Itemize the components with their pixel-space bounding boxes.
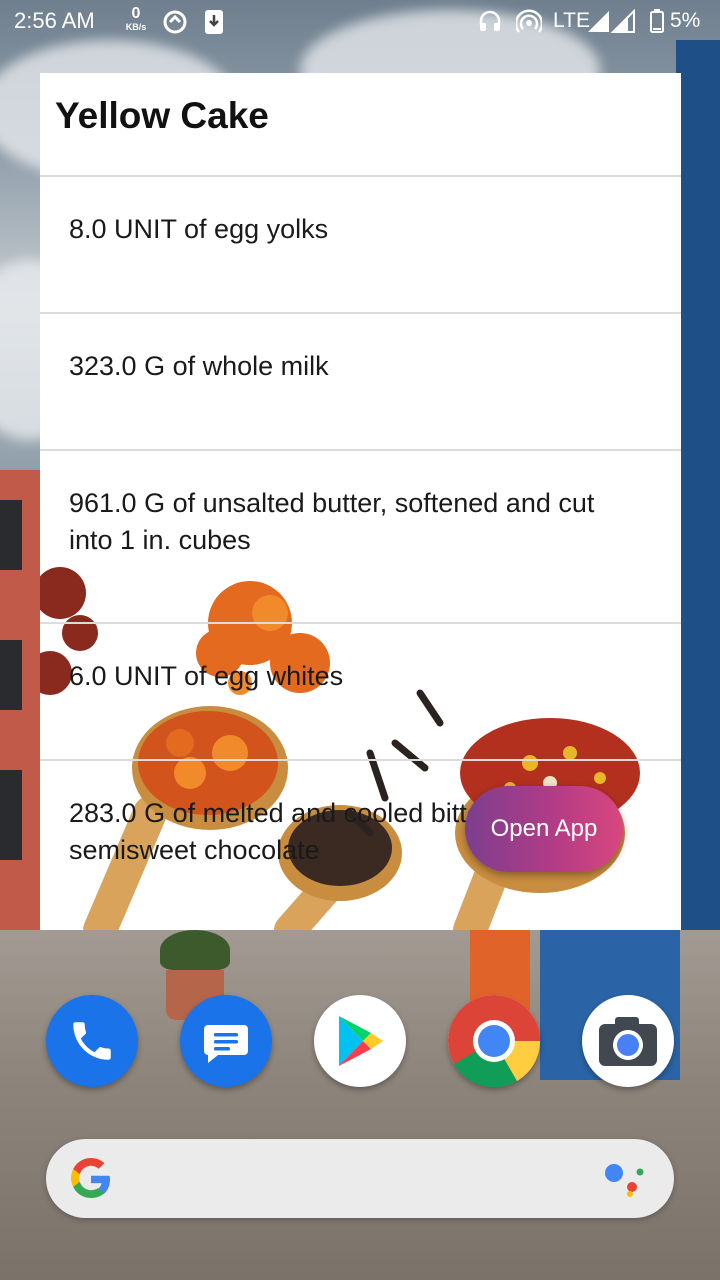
ingredient-row[interactable]: 323.0 G of whole milk xyxy=(40,314,681,451)
data-saver-icon xyxy=(162,9,188,40)
ingredient-text: 961.0 G of unsalted butter, softened and… xyxy=(69,488,595,555)
ingredient-text: 8.0 UNIT of egg yolks xyxy=(69,214,329,244)
messages-icon[interactable] xyxy=(180,995,272,1087)
battery-percent: 5% xyxy=(670,9,701,32)
signal-icon xyxy=(588,8,636,38)
open-app-button[interactable]: Open App xyxy=(465,786,623,872)
ingredient-row[interactable]: 6.0 UNIT of egg whites xyxy=(40,624,681,761)
network-speed: 0 KB/s xyxy=(125,5,147,32)
phone-icon[interactable] xyxy=(46,995,138,1087)
hotspot-icon xyxy=(514,9,544,38)
status-time: 2:56 AM xyxy=(14,8,95,33)
battery-icon xyxy=(650,9,664,38)
google-search-bar[interactable] xyxy=(46,1139,674,1218)
ingredient-row[interactable]: 961.0 G of unsalted butter, softened and… xyxy=(40,451,681,624)
play-store-icon[interactable] xyxy=(314,995,406,1087)
download-icon xyxy=(204,9,224,40)
recipe-title: Yellow Cake xyxy=(55,95,269,136)
ingredient-text: 323.0 G of whole milk xyxy=(69,351,329,381)
google-logo-icon xyxy=(68,1156,114,1207)
ingredient-row[interactable]: 8.0 UNIT of egg yolks xyxy=(40,177,681,314)
chrome-icon[interactable] xyxy=(448,995,540,1087)
status-bar: 2:56 AM 0 KB/s LTE 5% xyxy=(0,0,720,44)
headphones-icon xyxy=(478,9,502,38)
google-assistant-icon[interactable] xyxy=(602,1161,646,1202)
ingredient-text: 6.0 UNIT of egg whites xyxy=(69,661,344,691)
network-type: LTE xyxy=(553,9,590,32)
recipe-widget[interactable]: Yellow Cake 8.0 UNIT of egg yolks 323.0 … xyxy=(40,73,681,930)
camera-icon[interactable] xyxy=(582,995,674,1087)
widget-header: Yellow Cake xyxy=(40,73,681,177)
